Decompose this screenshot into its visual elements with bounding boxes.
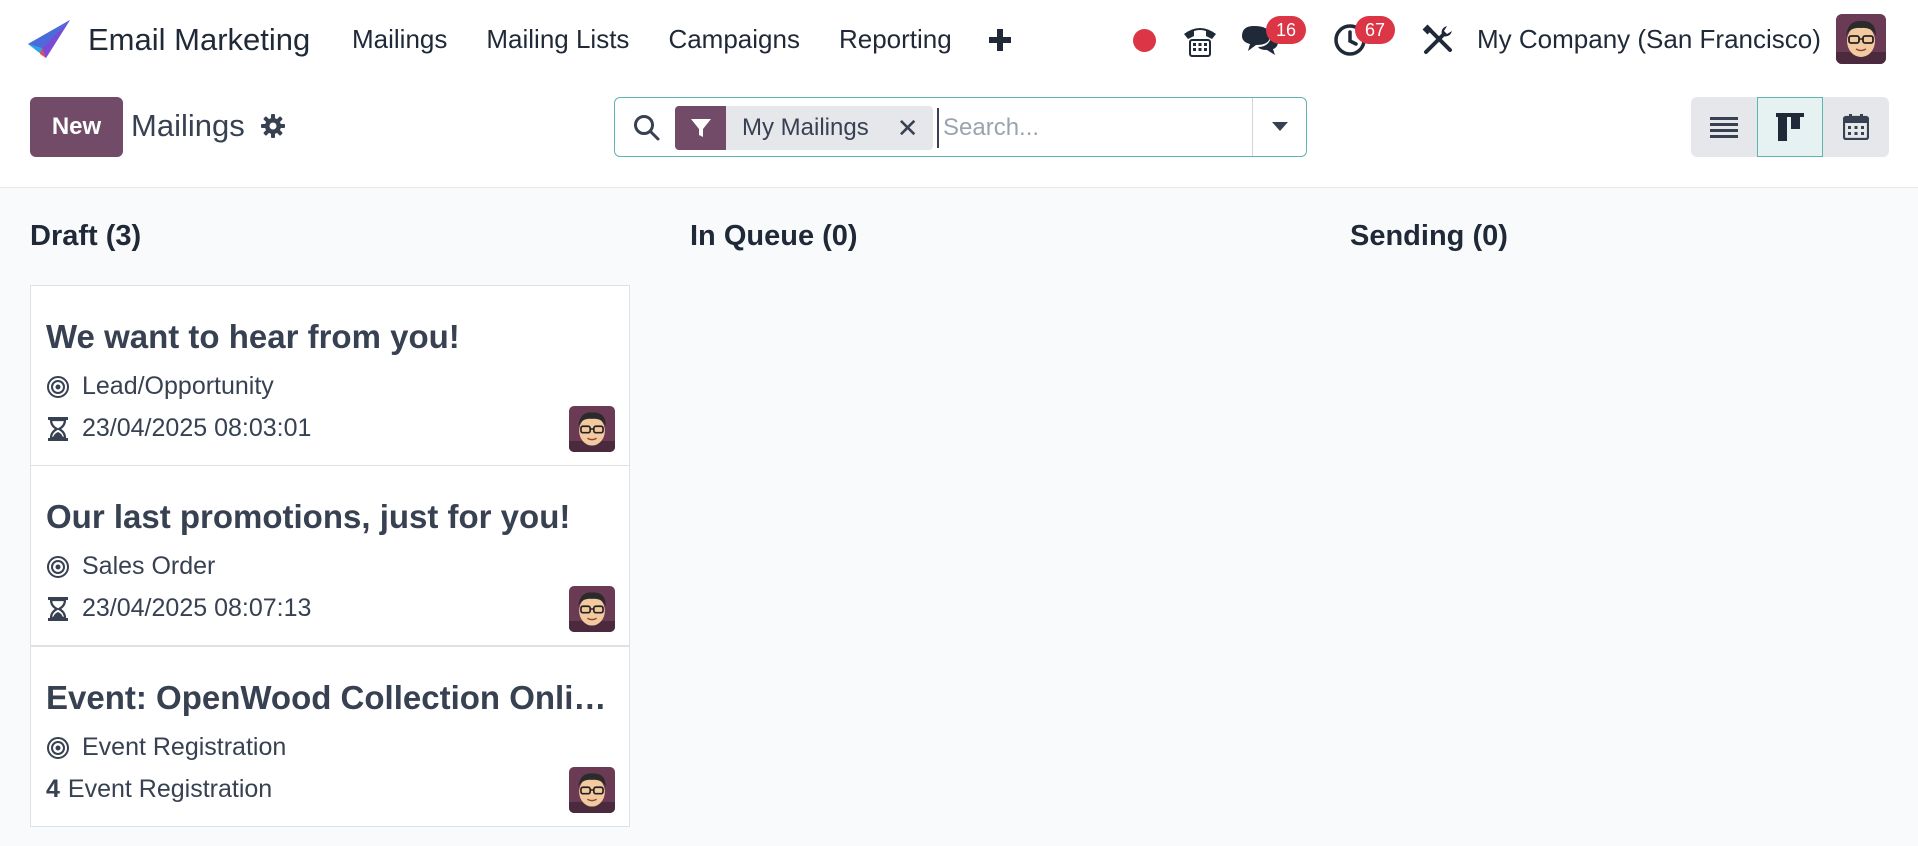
card-target: Lead/Opportunity [46,372,274,401]
breadcrumb: Mailings [131,108,245,143]
hourglass-icon [48,596,68,621]
column-header-draft[interactable]: Draft (3) [30,220,141,253]
control-panel: New Mailings My Mailings ✕ [0,80,1918,188]
card-target-label: Event Registration [82,733,287,761]
card-target-label: Lead/Opportunity [82,372,274,400]
kanban-card[interactable]: We want to hear from you! Lead/Opportuni… [30,285,630,466]
search-icon[interactable] [632,113,662,143]
kanban-card[interactable]: Our last promotions, just for you! Sales… [30,465,630,646]
bullseye-icon [47,555,69,578]
menu-item-mailing-lists[interactable]: Mailing Lists [486,24,629,55]
recipient-count-label: Event Registration [67,775,273,803]
calendar-view-icon [1843,114,1869,140]
kanban-card[interactable]: Event: OpenWood Collection Online Reveal… [30,646,630,827]
caret-down-icon [1271,122,1288,131]
paper-plane-logo-icon[interactable] [26,18,72,62]
phone-icon[interactable] [1180,20,1220,60]
gear-icon[interactable] [260,113,286,139]
menu-item-mailings[interactable]: Mailings [352,24,447,55]
recipient-count: 4 [46,775,60,803]
messages-badge: 16 [1266,16,1306,44]
bullseye-icon [47,736,69,759]
card-target-label: Sales Order [82,552,216,580]
view-switcher [1691,97,1889,157]
card-recipients: 4 Event Registration [46,775,272,804]
responsible-avatar[interactable] [569,406,615,452]
main-menu: Mailings Mailing Lists Campaigns Reporti… [352,24,991,55]
activities-badge: 67 [1355,16,1395,44]
new-button[interactable]: New [30,97,123,157]
menu-item-campaigns[interactable]: Campaigns [668,24,800,55]
card-title: Our last promotions, just for you! [46,498,571,535]
user-avatar[interactable] [1836,14,1886,64]
card-target: Event Registration [46,733,286,762]
search-options-toggle[interactable] [1252,98,1306,156]
responsible-avatar[interactable] [569,586,615,632]
list-view-icon [1710,117,1738,138]
column-header-in-queue[interactable]: In Queue (0) [690,220,858,253]
kanban-view-button[interactable] [1757,97,1823,157]
hourglass-icon [48,416,68,441]
search-bar: My Mailings ✕ [614,97,1307,157]
tools-icon[interactable] [1420,22,1456,58]
facet-label: My Mailings [742,114,869,141]
card-title: We want to hear from you! [46,318,460,355]
card-date-value: 23/04/2025 08:07:13 [82,594,312,622]
bullseye-icon [47,375,69,398]
menu-item-reporting[interactable]: Reporting [839,24,952,55]
responsible-avatar[interactable] [569,767,615,813]
filter-icon [675,106,726,150]
card-date-value: 23/04/2025 08:03:01 [82,414,312,442]
card-title: Event: OpenWood Collection Online Reveal [46,679,616,716]
app-title[interactable]: Email Marketing [88,22,310,58]
record-indicator-icon[interactable] [1133,29,1156,52]
top-navbar: Email Marketing Mailings Mailing Lists C… [0,0,1918,80]
plus-icon[interactable] [988,28,1012,52]
card-target: Sales Order [46,552,215,581]
kanban-view-icon [1776,113,1804,141]
calendar-view-button[interactable] [1823,97,1889,157]
search-input[interactable] [937,108,1237,148]
company-switcher[interactable]: My Company (San Francisco) [1477,24,1821,55]
list-view-button[interactable] [1691,97,1757,157]
facet-remove-icon[interactable]: ✕ [897,113,919,144]
column-header-sending[interactable]: Sending (0) [1350,220,1508,253]
search-facet: My Mailings ✕ [675,106,933,150]
card-date: 23/04/2025 08:07:13 [46,594,311,623]
card-date: 23/04/2025 08:03:01 [46,414,311,443]
facet-content: My Mailings ✕ [726,106,933,150]
